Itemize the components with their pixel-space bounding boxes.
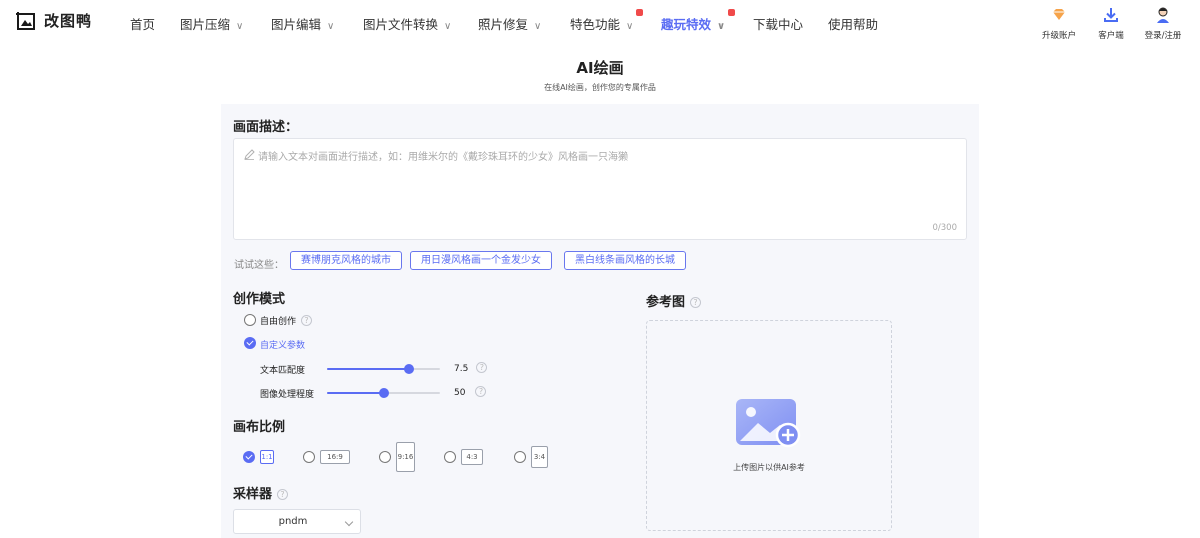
upgrade-account-button[interactable]: 升级账户 — [1036, 6, 1082, 41]
custom-params-label: 自定义参数 — [260, 341, 306, 351]
image-process-slider[interactable] — [327, 387, 440, 399]
reference-title-text: 参考图 — [646, 295, 686, 310]
nav-item-special-features[interactable]: 特色功能 ∨ — [570, 9, 644, 33]
chevron-down-icon: ∨ — [717, 21, 726, 32]
slider-handle[interactable] — [378, 388, 389, 398]
creation-mode-title: 创作模式 — [233, 292, 286, 307]
ratio-3-4-radio[interactable] — [514, 451, 526, 463]
suggestion-chip-anime-girl[interactable]: 用日漫风格画一个金发少女 — [410, 251, 552, 270]
chevron-down-icon: ∨ — [534, 21, 542, 32]
canvas-ratio-title: 画布比例 — [233, 420, 286, 435]
brand-logo[interactable]: 改图鸭 — [16, 10, 92, 31]
tool-label: 客户端 — [1098, 31, 1124, 41]
sampler-selected-value: pndm — [278, 516, 308, 527]
help-icon[interactable]: ? — [690, 297, 702, 308]
text-match-slider[interactable] — [327, 363, 440, 375]
diamond-icon — [1053, 9, 1065, 20]
ratio-3-4-option[interactable]: 3:4 — [531, 446, 548, 468]
login-register-button[interactable]: 登录/注册 — [1140, 6, 1186, 41]
nav-item-label: 首页 — [130, 17, 156, 32]
top-navigation-bar: 改图鸭 首页 图片压缩 ∨ 图片编辑 ∨ 图片文件转换 ∨ 照片修复 ∨ 特色功能 ∨ 趣… — [0, 0, 1200, 44]
ratio-4-3-radio[interactable] — [444, 451, 456, 463]
custom-params-radio[interactable] — [244, 337, 256, 349]
header-tools: 升级账户 客户端 登录/注册 — [1030, 6, 1186, 41]
description-title: 画面描述： — [233, 120, 299, 135]
ratio-9-16-radio[interactable] — [379, 451, 391, 463]
page-title: AI绘画 — [576, 59, 624, 77]
nav-item-home[interactable]: 首页 — [130, 14, 155, 33]
ratio-9-16-option[interactable]: 9:16 — [396, 442, 415, 472]
nav-item-label: 使用帮助 — [828, 17, 879, 32]
text-match-label: 文本匹配度 — [260, 366, 306, 376]
sampler-title-text: 采样器 — [233, 487, 273, 502]
slider-fill — [327, 392, 384, 394]
chevron-down-icon: ∨ — [236, 21, 244, 32]
suggestion-chip-great-wall-lineart[interactable]: 黑白线条画风格的长城 — [564, 251, 686, 270]
ratio-16-9-option[interactable]: 16:9 — [320, 450, 350, 464]
option-label: 自由创作 — [260, 317, 297, 327]
nav-item-label: 图片压缩 — [180, 17, 231, 32]
text-match-value: 7.5? — [454, 362, 488, 374]
client-download-button[interactable]: 客户端 — [1088, 6, 1134, 41]
nav-item-label: 图片文件转换 — [363, 17, 439, 32]
free-creation-label: 自由创作? — [260, 314, 313, 327]
slider-fill — [327, 368, 410, 370]
nav-item-label: 下载中心 — [753, 17, 804, 32]
slider-handle[interactable] — [404, 364, 415, 374]
slider-value: 50 — [454, 388, 466, 398]
nav-item-label: 图片编辑 — [271, 17, 322, 32]
ratio-1-1-radio[interactable] — [243, 451, 255, 463]
ai-drawing-panel: 画面描述： 0/300 试试这些： 赛博朋克风格的城市 用日漫风格画一个金发少女… — [221, 104, 979, 538]
nav-item-photo-repair[interactable]: 照片修复 ∨ — [478, 14, 541, 33]
nav-item-image-compress[interactable]: 图片压缩 ∨ — [180, 14, 243, 33]
page-subtitle: 在线AI绘画，创作您的专属作品 — [544, 83, 656, 92]
ratio-16-9-radio[interactable] — [303, 451, 315, 463]
character-counter: 0/300 — [932, 223, 958, 233]
suggestions-label: 试试这些： — [234, 260, 284, 271]
chevron-down-icon: ∨ — [626, 21, 634, 32]
image-process-label: 图像处理程度 — [260, 390, 315, 400]
brand-name: 改图鸭 — [44, 12, 93, 30]
upload-hint: 上传图片以供AI参考 — [733, 463, 805, 472]
download-icon — [1104, 8, 1118, 22]
tool-label: 登录/注册 — [1144, 31, 1182, 41]
user-avatar-icon — [1157, 7, 1169, 23]
nav-item-help[interactable]: 使用帮助 — [828, 14, 878, 33]
sampler-title: 采样器? — [233, 483, 289, 502]
nav-item-label: 照片修复 — [478, 17, 529, 32]
nav-item-label: 趣玩特效 — [661, 17, 712, 32]
help-icon[interactable]: ? — [301, 315, 313, 326]
help-icon[interactable]: ? — [475, 386, 487, 397]
new-badge-icon — [728, 9, 736, 16]
new-badge-icon — [636, 9, 644, 16]
suggestion-chip-cyberpunk-city[interactable]: 赛博朋克风格的城市 — [290, 251, 402, 270]
slider-value: 7.5 — [454, 364, 469, 374]
description-box: 0/300 — [233, 138, 967, 240]
chevron-down-icon: ∨ — [327, 21, 335, 32]
ratio-4-3-option[interactable]: 4:3 — [461, 449, 483, 465]
nav-item-download-center[interactable]: 下载中心 — [753, 14, 803, 33]
reference-upload-area[interactable]: 上传图片以供AI参考 — [646, 320, 892, 531]
sampler-select[interactable]: pndm — [233, 509, 361, 534]
description-input[interactable] — [234, 139, 966, 239]
nav-item-label: 特色功能 — [570, 17, 621, 32]
help-icon[interactable]: ? — [476, 362, 488, 373]
help-icon[interactable]: ? — [277, 489, 289, 500]
free-creation-radio[interactable] — [244, 314, 256, 326]
nav-item-image-edit[interactable]: 图片编辑 ∨ — [271, 14, 334, 33]
nav-item-fun-effects[interactable]: 趣玩特效 ∨ — [661, 9, 736, 33]
reference-image-title: 参考图? — [646, 291, 702, 310]
ratio-1-1-option[interactable]: 1:1 — [260, 450, 274, 464]
image-upload-icon — [736, 399, 801, 448]
image-process-value: 50? — [454, 386, 487, 398]
chevron-down-icon: ∨ — [444, 21, 452, 32]
tool-label: 升级账户 — [1041, 31, 1076, 41]
logo-icon — [16, 11, 35, 30]
nav-item-file-convert[interactable]: 图片文件转换 ∨ — [363, 14, 451, 33]
